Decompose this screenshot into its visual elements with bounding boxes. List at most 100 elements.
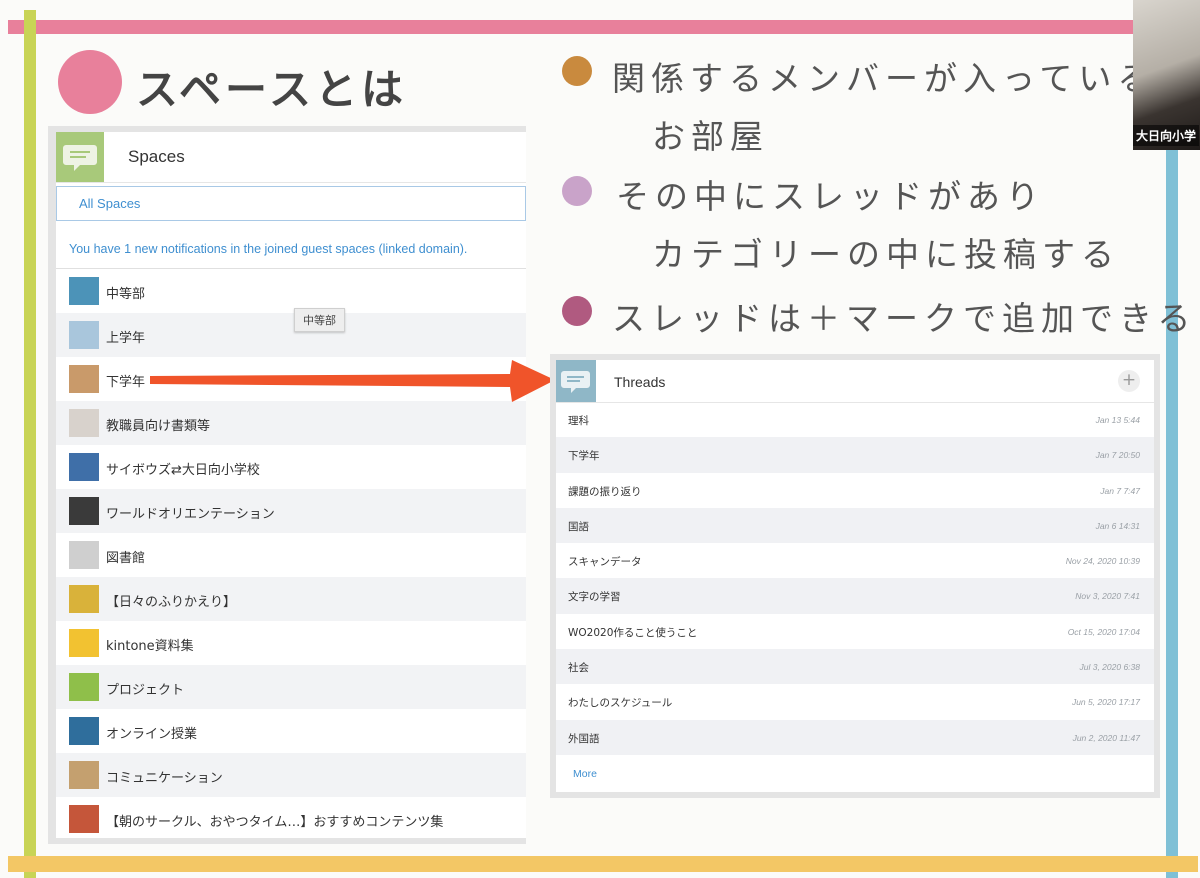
all-spaces-tab-label: All Spaces bbox=[79, 196, 141, 211]
right-border-line bbox=[1166, 150, 1178, 878]
thread-timestamp: Jan 7 20:50 bbox=[1095, 450, 1140, 461]
thread-timestamp: Nov 24, 2020 10:39 bbox=[1065, 556, 1140, 567]
space-list-item[interactable]: 図書館 bbox=[56, 533, 526, 577]
thread-list-item[interactable]: スキャンデータ Nov 24, 2020 10:39 bbox=[556, 543, 1154, 578]
thread-list-item[interactable]: 社会 Jul 3, 2020 6:38 bbox=[556, 649, 1154, 685]
thread-name[interactable]: 国語 bbox=[568, 519, 589, 534]
thread-name[interactable]: わたしのスケジュール bbox=[568, 695, 672, 710]
bullet-3-line-1: スレッドは＋マークで追加できる bbox=[612, 299, 1197, 338]
space-name[interactable]: 【日々のふりかえり】 bbox=[106, 591, 236, 610]
arrow-icon bbox=[150, 360, 555, 402]
threads-panel-body: Threads + 理科 Jan 13 5:44 下学年 Jan 7 20:50 課題の… bbox=[556, 360, 1154, 792]
bullet-1-line-2: お部屋 bbox=[652, 117, 769, 156]
space-list-item[interactable]: サイボウズ⇄大日向小学校 bbox=[56, 445, 526, 489]
space-name[interactable]: サイボウズ⇄大日向小学校 bbox=[106, 459, 260, 478]
space-list-item[interactable]: コミュニケーション bbox=[56, 753, 526, 797]
video-participant-tile[interactable]: 大日向小学 bbox=[1133, 0, 1200, 150]
spaces-title: Spaces bbox=[128, 147, 185, 166]
space-thumbnail bbox=[69, 541, 99, 569]
space-list-item[interactable]: プロジェクト bbox=[56, 665, 526, 709]
space-name[interactable]: 【朝のサークル、おやつタイム…】おすすめコンテンツ集 bbox=[106, 811, 443, 830]
slide-title: スペースとは bbox=[136, 65, 407, 114]
space-thumbnail bbox=[69, 365, 99, 393]
space-name[interactable]: 上学年 bbox=[106, 327, 145, 346]
bottom-border-line bbox=[8, 856, 1198, 872]
add-thread-button[interactable]: + bbox=[1118, 370, 1140, 392]
thread-name[interactable]: 課題の振り返り bbox=[568, 484, 642, 499]
space-thumbnail bbox=[69, 717, 99, 745]
bullet-dot-1 bbox=[562, 56, 592, 86]
space-thumbnail bbox=[69, 453, 99, 481]
thread-name[interactable]: スキャンデータ bbox=[568, 554, 642, 569]
thread-timestamp: Jun 5, 2020 17:17 bbox=[1071, 697, 1140, 708]
thread-timestamp: Jan 6 14:31 bbox=[1095, 520, 1140, 531]
bullet-dot-2 bbox=[562, 176, 592, 206]
thread-timestamp: Oct 15, 2020 17:04 bbox=[1067, 626, 1140, 637]
space-thumbnail bbox=[69, 277, 99, 305]
speech-bubble-icon bbox=[56, 132, 104, 182]
more-link[interactable]: More bbox=[573, 768, 597, 780]
threads-title: Threads bbox=[614, 374, 666, 390]
thread-list-item[interactable]: 外国語 Jun 2, 2020 11:47 bbox=[556, 719, 1154, 755]
space-thumbnail bbox=[69, 761, 99, 789]
space-name[interactable]: 下学年 bbox=[106, 371, 145, 390]
spaces-header: Spaces bbox=[56, 132, 526, 183]
spaces-panel-body: Spaces All Spaces You have 1 new notific… bbox=[56, 132, 526, 838]
space-name[interactable]: 教職員向け書類等 bbox=[106, 415, 210, 434]
thread-timestamp: Jan 7 7:47 bbox=[1100, 485, 1140, 496]
space-thumbnail bbox=[69, 409, 99, 437]
threads-panel: Threads + 理科 Jan 13 5:44 下学年 Jan 7 20:50 課題の… bbox=[550, 354, 1160, 798]
spaces-panel: Spaces All Spaces You have 1 new notific… bbox=[48, 126, 526, 844]
bullet-2-line-1: その中にスレッドがあり bbox=[616, 177, 1045, 216]
thread-name[interactable]: 文字の学習 bbox=[568, 589, 621, 604]
thread-list: 理科 Jan 13 5:44 下学年 Jan 7 20:50 課題の振り返り Jan 7 … bbox=[556, 402, 1154, 755]
speech-bubble-icon bbox=[556, 360, 596, 402]
thread-name[interactable]: 外国語 bbox=[568, 731, 600, 746]
thread-timestamp: Nov 3, 2020 7:41 bbox=[1075, 591, 1140, 602]
space-name[interactable]: ワールドオリエンテーション bbox=[106, 503, 275, 522]
bullet-1-line-1: 関係するメンバーが入っている bbox=[612, 59, 1157, 98]
thread-list-item[interactable]: 課題の振り返り Jan 7 7:47 bbox=[556, 473, 1154, 508]
thread-timestamp: Jul 3, 2020 6:38 bbox=[1079, 662, 1141, 673]
space-list-item[interactable]: 【日々のふりかえり】 bbox=[56, 577, 526, 621]
space-list-item[interactable]: 中等部 bbox=[56, 269, 526, 313]
space-thumbnail bbox=[69, 321, 99, 349]
space-name[interactable]: オンライン授業 bbox=[106, 723, 197, 742]
space-name[interactable]: プロジェクト bbox=[106, 679, 184, 698]
thread-timestamp: Jan 13 5:44 bbox=[1095, 415, 1140, 425]
thread-name[interactable]: 社会 bbox=[568, 660, 589, 675]
space-list-item[interactable]: 【朝のサークル、おやつタイム…】おすすめコンテンツ集 bbox=[56, 797, 526, 838]
thread-name[interactable]: 理科 bbox=[568, 413, 589, 428]
thread-list-item[interactable]: 理科 Jan 13 5:44 bbox=[556, 402, 1154, 437]
space-list-item[interactable]: オンライン授業 bbox=[56, 709, 526, 753]
thread-list-item[interactable]: WO2020作ること使うこと Oct 15, 2020 17:04 bbox=[556, 614, 1154, 649]
thread-list-item[interactable]: 下学年 Jan 7 20:50 bbox=[556, 437, 1154, 473]
thread-name[interactable]: 下学年 bbox=[568, 448, 600, 463]
space-list-item[interactable]: kintone資料集 bbox=[56, 621, 526, 665]
thread-list-item[interactable]: 国語 Jan 6 14:31 bbox=[556, 507, 1154, 544]
space-name[interactable]: 図書館 bbox=[106, 547, 145, 566]
space-list-item[interactable]: ワールドオリエンテーション bbox=[56, 489, 526, 533]
space-list-item[interactable]: 教職員向け書類等 bbox=[56, 401, 526, 445]
space-name[interactable]: コミュニケーション bbox=[106, 767, 223, 786]
space-thumbnail bbox=[69, 673, 99, 701]
bullet-2-line-2: カテゴリーの中に投稿する bbox=[652, 235, 1120, 274]
bullet-dot-3 bbox=[562, 296, 592, 326]
thread-name[interactable]: WO2020作ること使うこと bbox=[568, 625, 697, 640]
thread-list-item[interactable]: わたしのスケジュール Jun 5, 2020 17:17 bbox=[556, 684, 1154, 719]
top-border-line bbox=[8, 20, 1193, 34]
space-thumbnail bbox=[69, 585, 99, 613]
thread-list-item[interactable]: 文字の学習 Nov 3, 2020 7:41 bbox=[556, 578, 1154, 614]
title-bullet-dot bbox=[58, 50, 122, 114]
space-list-item[interactable]: 上学年 bbox=[56, 313, 526, 357]
all-spaces-tab[interactable]: All Spaces bbox=[56, 186, 526, 221]
space-name[interactable]: kintone資料集 bbox=[106, 635, 194, 654]
participant-name: 大日向小学 bbox=[1133, 125, 1200, 146]
guest-space-notification-link[interactable]: You have 1 new notifications in the join… bbox=[69, 242, 467, 256]
space-tooltip: 中等部 bbox=[294, 308, 345, 332]
space-thumbnail bbox=[69, 629, 99, 657]
space-thumbnail bbox=[69, 497, 99, 525]
thread-timestamp: Jun 2, 2020 11:47 bbox=[1072, 732, 1140, 743]
left-border-line bbox=[24, 10, 36, 878]
space-name[interactable]: 中等部 bbox=[106, 283, 145, 302]
